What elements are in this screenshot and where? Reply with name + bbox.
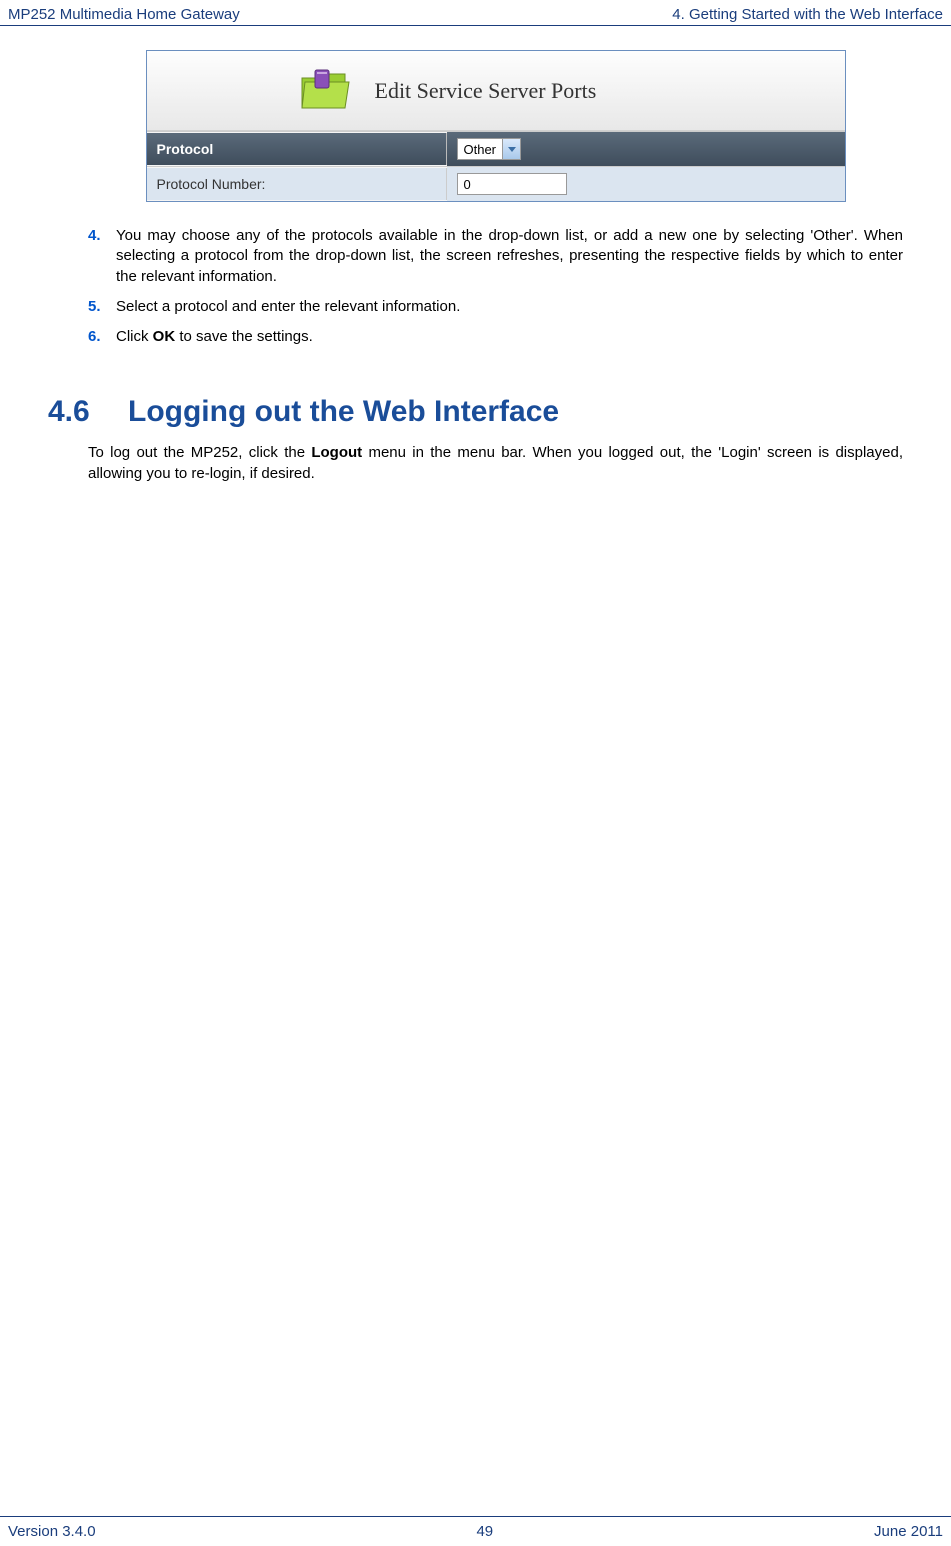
steps-list: 4. You may choose any of the protocols a… <box>88 226 903 347</box>
protocol-select-value: Other <box>458 142 503 157</box>
protocol-number-input[interactable]: 0 <box>457 173 567 195</box>
section-heading: 4.6 Logging out the Web Interface <box>48 395 903 429</box>
protocol-number-value-cell: 0 <box>447 167 845 201</box>
chevron-down-icon <box>502 139 520 159</box>
protocol-row: Protocol Other <box>147 131 845 166</box>
footer-date: June 2011 <box>874 1523 943 1540</box>
protocol-label: Protocol <box>147 133 447 165</box>
protocol-number-row: Protocol Number: 0 <box>147 166 845 201</box>
page-footer: Version 3.4.0 49 June 2011 <box>0 1516 951 1546</box>
edit-service-server-ports-panel: Edit Service Server Ports Protocol Other… <box>146 50 846 202</box>
section-body: To log out the MP252, click the Logout m… <box>88 443 903 484</box>
protocol-value-cell: Other <box>447 132 845 166</box>
step-number: 5. <box>88 297 116 317</box>
protocol-number-label: Protocol Number: <box>147 168 447 200</box>
section-number: 4.6 <box>48 395 128 429</box>
page-content: Edit Service Server Ports Protocol Other… <box>0 26 951 484</box>
protocol-select[interactable]: Other <box>457 138 522 160</box>
page-header: MP252 Multimedia Home Gateway 4. Getting… <box>0 0 951 26</box>
step-number: 4. <box>88 226 116 287</box>
folder-icon <box>297 66 357 116</box>
panel-title: Edit Service Server Ports <box>375 78 597 104</box>
step-6: 6. Click OK to save the settings. <box>88 327 903 347</box>
section-title: Logging out the Web Interface <box>128 395 559 429</box>
footer-page-number: 49 <box>476 1523 493 1540</box>
step-text: Click OK to save the settings. <box>116 327 903 347</box>
step-number: 6. <box>88 327 116 347</box>
header-right: 4. Getting Started with the Web Interfac… <box>672 6 943 23</box>
header-left: MP252 Multimedia Home Gateway <box>8 6 240 23</box>
step-5: 5. Select a protocol and enter the relev… <box>88 297 903 317</box>
step-text: Select a protocol and enter the relevant… <box>116 297 903 317</box>
step-4: 4. You may choose any of the protocols a… <box>88 226 903 287</box>
panel-header: Edit Service Server Ports <box>147 51 845 131</box>
footer-version: Version 3.4.0 <box>8 1523 96 1540</box>
step-text: You may choose any of the protocols avai… <box>116 226 903 287</box>
